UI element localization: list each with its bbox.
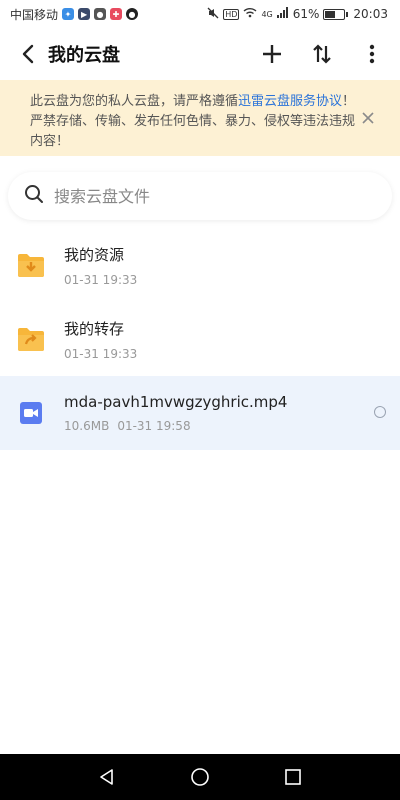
- list-item[interactable]: mda-pavh1mvwgzyghric.mp4 10.6MB 01-31 19…: [0, 376, 400, 450]
- navigation-bar: [0, 754, 400, 800]
- nav-home-button[interactable]: [185, 762, 215, 792]
- notice-text-before: 此云盘为您的私人云盘，请严格遵循: [30, 94, 239, 109]
- file-date: 01-31 19:33: [64, 346, 138, 361]
- battery-icon: [323, 8, 349, 20]
- search-icon: [24, 184, 44, 208]
- notice-close-button[interactable]: [358, 108, 378, 128]
- wifi-icon: [243, 7, 257, 21]
- status-bar: 中国移动 ✦ ▶ ● ✚ ● HD 4G 61% 20:03: [0, 0, 400, 28]
- gift-app-icon: ✚: [110, 8, 123, 20]
- file-size: 10.6MB: [64, 419, 110, 433]
- file-meta: 10.6MB 01-31 19:58: [64, 419, 287, 433]
- file-name: 我的资源: [64, 245, 125, 264]
- carrier-label: 中国移动: [10, 7, 59, 22]
- file-text: mda-pavh1mvwgzyghric.mp4 10.6MB 01-31 19…: [64, 393, 287, 433]
- title-bar: 我的云盘: [0, 28, 400, 80]
- network-type-label: 4G: [261, 9, 273, 19]
- list-item[interactable]: 我的资源 01-31 19:33: [0, 228, 400, 302]
- file-name: 我的转存: [64, 319, 125, 338]
- video-file-icon: [16, 398, 46, 428]
- select-radio[interactable]: [374, 406, 386, 418]
- signal-icon: [276, 7, 289, 21]
- file-date: 01-31 19:58: [117, 419, 191, 433]
- battery-percent: 61%: [292, 7, 320, 21]
- add-button[interactable]: [258, 40, 286, 68]
- qq-icon: ●: [126, 8, 139, 20]
- service-agreement-link[interactable]: 迅雷云盘服务协议: [238, 94, 342, 109]
- nav-recents-button[interactable]: [278, 762, 308, 792]
- folder-download-icon: [16, 250, 46, 280]
- file-meta: 01-31 19:33: [64, 273, 137, 287]
- clock: 20:03: [353, 7, 388, 21]
- play-app-icon: ▶: [78, 8, 91, 20]
- folder-transfer-icon: [16, 324, 46, 354]
- search-bar[interactable]: [8, 172, 392, 220]
- file-text: 我的转存 01-31 19:33: [64, 318, 137, 361]
- file-meta: 01-31 19:33: [64, 347, 137, 361]
- page-title: 我的云盘: [48, 45, 120, 66]
- notice-banner: 此云盘为您的私人云盘，请严格遵循迅雷云盘服务协议！严禁存储、传输、发布任何色情、…: [0, 80, 400, 156]
- file-list: 我的资源 01-31 19:33 我的转存 01-31 19:33 mda-pa…: [0, 228, 400, 450]
- list-item[interactable]: 我的转存 01-31 19:33: [0, 302, 400, 376]
- wechat-icon: ●: [94, 8, 107, 20]
- more-options-button[interactable]: [358, 40, 386, 68]
- status-right: HD 4G 61% 20:03: [207, 7, 388, 22]
- search-input[interactable]: [54, 186, 376, 206]
- sort-button[interactable]: [308, 40, 336, 68]
- bird-app-icon: ✦: [62, 8, 75, 20]
- file-date: 01-31 19:33: [64, 272, 138, 287]
- back-button[interactable]: [14, 40, 42, 68]
- hd-badge: HD: [223, 8, 240, 20]
- file-name: mda-pavh1mvwgzyghric.mp4: [64, 393, 288, 411]
- file-text: 我的资源 01-31 19:33: [64, 244, 137, 287]
- title-actions: [258, 40, 386, 68]
- mute-icon: [207, 7, 219, 22]
- nav-back-button[interactable]: [92, 762, 122, 792]
- status-left: 中国移动 ✦ ▶ ● ✚ ●: [10, 6, 139, 23]
